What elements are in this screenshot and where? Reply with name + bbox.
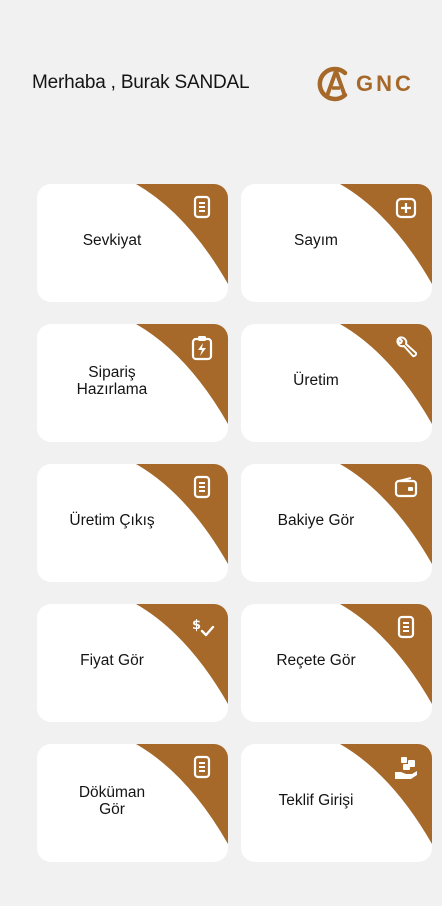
gnc-logo-mark-icon [317, 66, 348, 102]
menu-card-fiyat-gor[interactable]: $ Fiyat Gör [37, 604, 228, 722]
plus-box-icon [392, 194, 420, 222]
card-label: Üretim [293, 372, 339, 389]
price-check-icon: $ [188, 614, 216, 642]
menu-card-uretim[interactable]: Üretim [241, 324, 432, 442]
header: Merhaba , Burak SANDAL GNC [0, 60, 442, 120]
menu-card-recete-gor[interactable]: Reçete Gör [241, 604, 432, 722]
document-icon [188, 194, 216, 222]
offer-hand-icon [392, 754, 420, 782]
menu-card-teklif-girisi[interactable]: Teklif Girişi [241, 744, 432, 862]
company-logo: GNC [312, 64, 438, 104]
clipboard-bolt-icon [188, 334, 216, 362]
card-label: Üretim Çıkış [69, 512, 155, 529]
document-icon [188, 754, 216, 782]
card-label: Sevkiyat [82, 232, 142, 249]
card-label: Teklif Girişi [278, 792, 354, 809]
card-label: Fiyat Gör [80, 652, 144, 669]
menu-card-dokuman-gor[interactable]: Döküman Gör [37, 744, 228, 862]
card-label: Döküman Gör [78, 784, 146, 818]
document-icon [188, 474, 216, 502]
document-icon [392, 614, 420, 642]
menu-card-sayim[interactable]: Sayım [241, 184, 432, 302]
card-label: Sayım [294, 232, 338, 249]
menu-card-bakiye-gor[interactable]: Bakiye Gör [241, 464, 432, 582]
logo-text: GNC [356, 71, 414, 96]
menu-card-sevkiyat[interactable]: Sevkiyat [37, 184, 228, 302]
greeting-text: Merhaba , Burak SANDAL [32, 72, 250, 93]
svg-text:$: $ [192, 618, 201, 633]
wrench-icon [392, 334, 420, 362]
menu-card-uretim-cikis[interactable]: Üretim Çıkış [37, 464, 228, 582]
wallet-icon [392, 474, 420, 502]
card-label: Reçete Gör [276, 652, 356, 669]
card-label: Bakiye Gör [277, 512, 355, 529]
card-label: Sipariş Hazırlama [76, 364, 148, 398]
menu-card-siparis-hazirlama[interactable]: Sipariş Hazırlama [37, 324, 228, 442]
